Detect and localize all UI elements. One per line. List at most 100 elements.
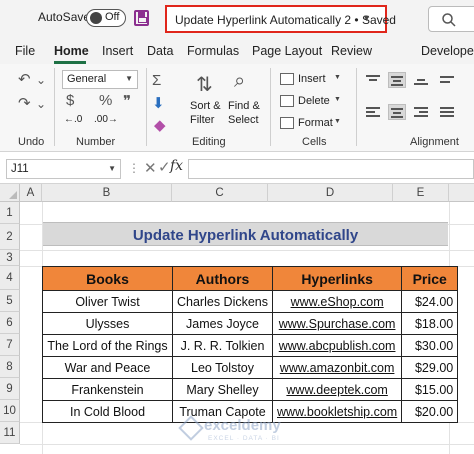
- insert-cells-button[interactable]: Insert ▼: [278, 70, 346, 90]
- fill-icon[interactable]: ⬇: [152, 94, 165, 112]
- book-cell[interactable]: The Lord of the Rings: [42, 334, 173, 357]
- book-cell[interactable]: In Cold Blood: [42, 400, 173, 423]
- enter-icon[interactable]: ✓: [158, 158, 171, 176]
- author-cell[interactable]: J. R. R. Tolkien: [171, 334, 274, 357]
- find-select-icon[interactable]: ⌕: [234, 70, 245, 93]
- search-box[interactable]: [428, 6, 474, 32]
- tab-home[interactable]: Home: [54, 44, 89, 58]
- group-divider: [146, 68, 147, 146]
- hyperlink-cell[interactable]: www.Spurchase.com: [272, 312, 403, 335]
- number-format-select[interactable]: General ▼: [62, 70, 138, 89]
- hyperlink-cell[interactable]: www.abcpublish.com: [272, 334, 403, 357]
- find-select-label-2[interactable]: Select: [228, 114, 259, 126]
- align-center-icon[interactable]: [388, 104, 406, 120]
- author-cell[interactable]: Mary Shelley: [171, 378, 274, 401]
- row-header-2[interactable]: 2: [0, 224, 20, 250]
- undo-icon[interactable]: ↶: [18, 70, 31, 88]
- book-cell[interactable]: Frankenstein: [42, 378, 173, 401]
- book-cell[interactable]: Oliver Twist: [42, 290, 173, 313]
- tab-insert[interactable]: Insert: [102, 44, 133, 58]
- header-price[interactable]: Price: [401, 266, 459, 291]
- header-books[interactable]: Books: [42, 266, 173, 291]
- header-hyperlinks[interactable]: Hyperlinks: [272, 266, 403, 291]
- more-options-icon[interactable]: ⋮: [128, 161, 140, 175]
- price-cell[interactable]: $24.00: [401, 290, 459, 313]
- tab-file[interactable]: File: [15, 44, 35, 58]
- save-icon[interactable]: [134, 10, 149, 26]
- format-cells-button[interactable]: Format ▼: [278, 114, 346, 134]
- align-bottom-icon[interactable]: [414, 74, 428, 86]
- chevron-down-icon: ▼: [362, 13, 371, 23]
- row-header-9[interactable]: 9: [0, 378, 20, 400]
- author-cell[interactable]: James Joyce: [171, 312, 274, 335]
- row-header-3[interactable]: 3: [0, 250, 20, 266]
- align-top-icon[interactable]: [366, 74, 380, 86]
- price-cell[interactable]: $18.00: [401, 312, 459, 335]
- author-cell[interactable]: Charles Dickens: [171, 290, 274, 313]
- row-header-1[interactable]: 1: [0, 202, 20, 224]
- title-bar: AutoSave Off Update Hyperlink Automatica…: [0, 0, 474, 38]
- sort-filter-icon[interactable]: ⇅: [196, 72, 213, 97]
- row-header-11[interactable]: 11: [0, 422, 20, 444]
- price-cell[interactable]: $29.00: [401, 356, 459, 379]
- column-header-a[interactable]: A: [20, 184, 42, 202]
- currency-button[interactable]: $: [66, 92, 74, 109]
- number-format-value: General: [67, 73, 107, 85]
- column-header-f[interactable]: [449, 184, 474, 202]
- align-left-icon[interactable]: [366, 106, 380, 118]
- group-divider: [270, 68, 271, 146]
- tab-page-layout[interactable]: Page Layout: [252, 44, 322, 58]
- row-header-7[interactable]: 7: [0, 334, 20, 356]
- hyperlink-cell[interactable]: www.eShop.com: [272, 290, 403, 313]
- select-all-button[interactable]: [0, 184, 20, 202]
- price-cell[interactable]: $20.00: [401, 400, 459, 423]
- insert-function-button[interactable]: fx: [170, 158, 183, 174]
- row-header-8[interactable]: 8: [0, 356, 20, 378]
- hyperlink-cell[interactable]: www.deeptek.com: [272, 378, 403, 401]
- redo-icon[interactable]: ↷: [18, 94, 31, 112]
- document-title-button[interactable]: Update Hyperlink Automatically 2 • Saved…: [165, 5, 396, 33]
- tab-formulas[interactable]: Formulas: [187, 44, 239, 58]
- find-select-label-1[interactable]: Find &: [228, 100, 260, 112]
- header-authors[interactable]: Authors: [171, 266, 274, 291]
- row-header-6[interactable]: 6: [0, 312, 20, 334]
- autosave-toggle[interactable]: Off: [86, 9, 126, 27]
- chevron-down-icon[interactable]: ⌄: [36, 73, 46, 87]
- book-cell[interactable]: Ulysses: [42, 312, 173, 335]
- formula-input[interactable]: [188, 159, 474, 179]
- format-cells-label: Format: [298, 117, 333, 129]
- author-cell[interactable]: Leo Tolstoy: [171, 356, 274, 379]
- toggle-state-label: Off: [105, 11, 120, 23]
- cancel-icon[interactable]: ✕: [144, 159, 157, 177]
- tab-review[interactable]: Review: [331, 44, 372, 58]
- increase-decimal-icon[interactable]: ←.0: [64, 114, 82, 125]
- column-header-d[interactable]: D: [268, 184, 393, 202]
- decrease-decimal-icon[interactable]: .00→: [94, 114, 118, 125]
- sort-filter-label-1[interactable]: Sort &: [190, 100, 221, 112]
- price-cell[interactable]: $15.00: [401, 378, 459, 401]
- comma-style-icon[interactable]: ❞: [123, 92, 131, 110]
- row-header-4[interactable]: 4: [0, 266, 20, 290]
- sort-filter-label-2[interactable]: Filter: [190, 114, 214, 126]
- row-header-10[interactable]: 10: [0, 400, 20, 422]
- column-header-c[interactable]: C: [172, 184, 268, 202]
- hyperlink-cell[interactable]: www.amazonbit.com: [272, 356, 403, 379]
- row-header-5[interactable]: 5: [0, 290, 20, 312]
- tab-developer[interactable]: Developer: [421, 44, 474, 58]
- tab-data[interactable]: Data: [147, 44, 173, 58]
- align-right-icon[interactable]: [414, 106, 428, 118]
- chevron-down-icon[interactable]: ⌄: [36, 97, 46, 111]
- clear-icon[interactable]: ◆: [154, 116, 166, 134]
- sheet-title-cell[interactable]: Update Hyperlink Automatically: [43, 222, 448, 246]
- book-cell[interactable]: War and Peace: [42, 356, 173, 379]
- wrap-text-icon[interactable]: [440, 74, 454, 86]
- autosum-icon[interactable]: Σ: [152, 72, 161, 89]
- delete-cells-button[interactable]: Delete ▼: [278, 92, 346, 112]
- merge-center-icon[interactable]: [440, 106, 454, 118]
- column-header-b[interactable]: B: [42, 184, 172, 202]
- percent-button[interactable]: %: [99, 92, 112, 109]
- align-middle-icon[interactable]: [388, 72, 406, 88]
- name-box[interactable]: J11 ▼: [6, 159, 121, 179]
- price-cell[interactable]: $30.00: [401, 334, 459, 357]
- column-header-e[interactable]: E: [393, 184, 449, 202]
